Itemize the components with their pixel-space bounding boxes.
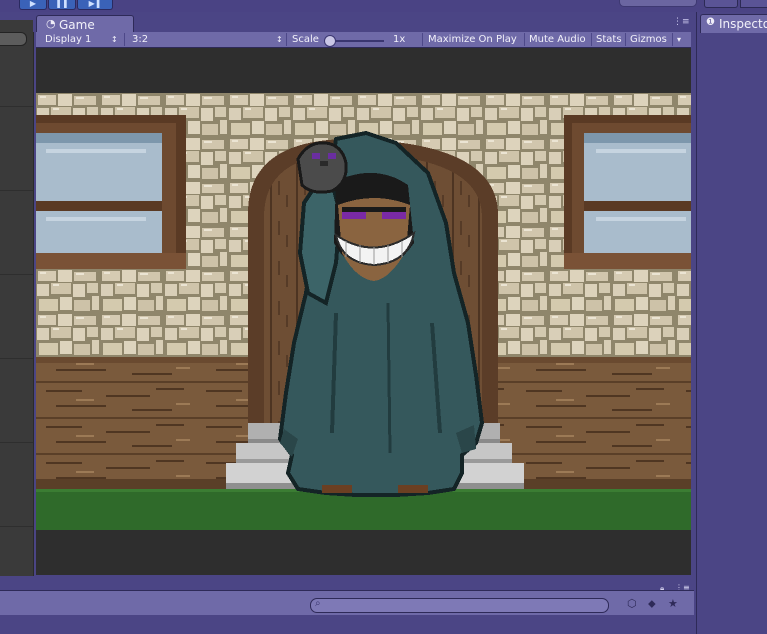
divider (124, 33, 125, 46)
game-scene (36, 93, 691, 530)
divider (672, 33, 673, 46)
tab-inspector[interactable]: ❶ Inspector (700, 14, 767, 33)
search-icon: ⌕ (315, 598, 321, 609)
scale-slider-handle[interactable] (324, 35, 336, 47)
account-button[interactable] (704, 0, 738, 8)
stats-toggle[interactable]: Stats (596, 32, 622, 47)
left-search-field[interactable] (0, 32, 27, 46)
display-dropdown[interactable]: Display 1 (45, 32, 91, 47)
divider (524, 33, 525, 46)
layers-dropdown[interactable] (740, 0, 767, 8)
info-icon: ❶ (706, 17, 715, 28)
favorite-star-icon[interactable]: ★ (668, 597, 678, 610)
gizmos-toggle[interactable]: Gizmos (630, 32, 667, 47)
divider (422, 33, 423, 46)
pause-button[interactable]: ❚❚ (48, 0, 76, 10)
pacman-icon: ◔ (46, 17, 56, 30)
tab-game[interactable]: ◔ Game (36, 15, 134, 33)
tab-game-label: Game (59, 18, 95, 32)
mute-audio-toggle[interactable]: Mute Audio (529, 32, 586, 47)
play-button[interactable]: ▶ (19, 0, 47, 10)
filter-type-icon[interactable]: ⬡ (627, 597, 637, 610)
search-input[interactable]: ⌕ (310, 598, 609, 613)
divider (591, 33, 592, 46)
maximize-on-play-toggle[interactable]: Maximize On Play (428, 32, 517, 47)
label-tag-icon[interactable]: ⬥ (648, 597, 656, 611)
divider (0, 190, 33, 191)
scale-value: 1x (393, 34, 406, 45)
divider (0, 106, 33, 107)
chevron-updown-icon: ↕ (111, 35, 118, 44)
tab-menu-icon[interactable]: ⋮≡ (673, 17, 690, 27)
chevron-updown-icon: ↕ (276, 35, 283, 44)
divider (0, 526, 33, 527)
divider (0, 442, 33, 443)
divider (625, 33, 626, 46)
game-view-toolbar: Display 1 ↕ 3:2 ↕ Scale 1x Maximize On P… (36, 32, 691, 48)
aspect-dropdown[interactable]: 3:2 (132, 32, 148, 47)
divider (0, 358, 33, 359)
divider (286, 33, 287, 46)
play-icon: ▶ (29, 0, 37, 8)
pause-icon: ❚❚ (55, 0, 69, 8)
scale-label: Scale (292, 34, 319, 45)
step-icon: ▶❚ (88, 0, 102, 8)
panel-divider (0, 576, 696, 582)
inspector-panel (696, 12, 767, 634)
divider (0, 274, 33, 275)
step-button[interactable]: ▶❚ (77, 0, 113, 10)
gizmos-dropdown-arrow[interactable]: ▾ (677, 32, 681, 47)
collab-button[interactable] (619, 0, 697, 7)
game-view[interactable] (36, 48, 691, 575)
left-panel-edge (0, 20, 34, 576)
tab-inspector-label: Inspector (719, 17, 767, 31)
